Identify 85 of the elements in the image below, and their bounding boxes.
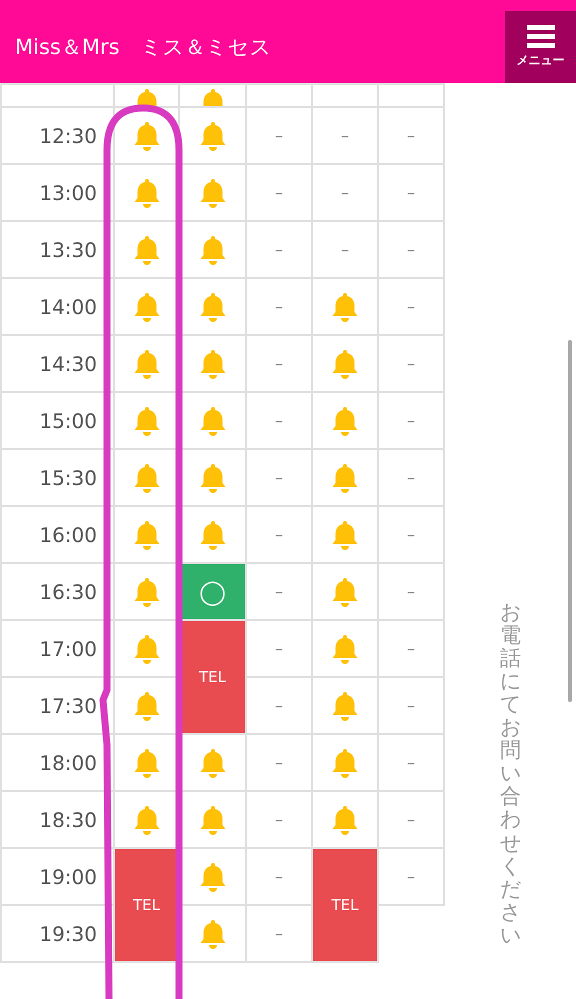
bell-icon (331, 746, 359, 778)
time-cell: 14:30 (1, 335, 114, 392)
bell-icon (198, 234, 226, 266)
time-cell: 13:00 (1, 164, 114, 221)
tel-cell[interactable]: TEL (312, 848, 378, 962)
contact-note: お電話にてお問い合わせください (500, 600, 521, 947)
table-cell: – (378, 107, 444, 164)
bell-icon (198, 804, 226, 836)
bell-icon (331, 462, 359, 494)
time-cell: 14:00 (1, 278, 114, 335)
table-cell: – (378, 335, 444, 392)
time-cell: 15:00 (1, 392, 114, 449)
table-cell: – (246, 392, 312, 449)
time-cell: 16:00 (1, 506, 114, 563)
table-cell: – (378, 278, 444, 335)
bell-icon (132, 234, 160, 266)
bell-icon (331, 290, 359, 322)
table-cell: – (246, 107, 312, 164)
table-cell: – (246, 335, 312, 392)
menu-icon (526, 25, 554, 49)
table-cell: – (246, 506, 312, 563)
bell-icon (198, 404, 226, 436)
bell-icon (132, 404, 160, 436)
table-cell: – (378, 506, 444, 563)
bell-icon (132, 746, 160, 778)
table-cell: – (378, 620, 444, 677)
bell-icon (198, 918, 226, 950)
table-cell: – (312, 107, 378, 164)
bell-icon (198, 176, 226, 208)
table-cell: – (378, 392, 444, 449)
bell-icon (132, 518, 160, 550)
table-cell: – (378, 791, 444, 848)
bell-icon (132, 176, 160, 208)
bell-icon (198, 518, 226, 550)
table-cell: – (378, 449, 444, 506)
bell-icon (132, 690, 160, 722)
table-cell: – (312, 164, 378, 221)
table-cell: – (246, 677, 312, 734)
bell-icon (132, 804, 160, 836)
bell-icon (198, 120, 226, 152)
bell-icon (331, 804, 359, 836)
bell-icon (331, 348, 359, 380)
time-cell: 12:30 (1, 107, 114, 164)
bell-icon (198, 860, 226, 892)
bell-icon (198, 462, 226, 494)
table-cell: – (378, 563, 444, 620)
table-cell: – (246, 221, 312, 278)
bell-icon (331, 632, 359, 664)
site-title: Miss＆Mrs ミス＆ミセス (15, 34, 272, 61)
bell-icon (132, 576, 160, 608)
table-cell: – (378, 677, 444, 734)
menu-button[interactable]: メニュー (505, 11, 576, 83)
time-cell: 15:30 (1, 449, 114, 506)
table-cell: – (246, 449, 312, 506)
table-cell: – (312, 221, 378, 278)
table-cell: – (378, 848, 444, 905)
time-cell: 16:30 (1, 563, 114, 620)
bell-icon (132, 348, 160, 380)
bell-icon (132, 462, 160, 494)
bell-icon (198, 746, 226, 778)
bell-icon (331, 576, 359, 608)
scrollbar[interactable] (568, 340, 572, 702)
bell-icon (331, 518, 359, 550)
table-cell: – (246, 734, 312, 791)
bell-icon (132, 290, 160, 322)
table-cell: – (246, 563, 312, 620)
table-cell: – (378, 734, 444, 791)
table-cell: – (378, 221, 444, 278)
bell-icon (331, 690, 359, 722)
table-cell: – (246, 278, 312, 335)
table-cell: – (246, 164, 312, 221)
bell-icon (198, 348, 226, 380)
table-cell: – (378, 164, 444, 221)
table-cell: – (246, 791, 312, 848)
time-cell: 18:00 (1, 734, 114, 791)
time-cell: 17:00 (1, 620, 114, 677)
time-cell: 19:30 (1, 905, 114, 962)
bell-icon (132, 632, 160, 664)
bell-icon (198, 290, 226, 322)
bell-icon (331, 404, 359, 436)
time-cell: 18:30 (1, 791, 114, 848)
time-cell: 17:30 (1, 677, 114, 734)
bell-icon (132, 120, 160, 152)
time-cell: 13:30 (1, 221, 114, 278)
table-cell: – (246, 620, 312, 677)
